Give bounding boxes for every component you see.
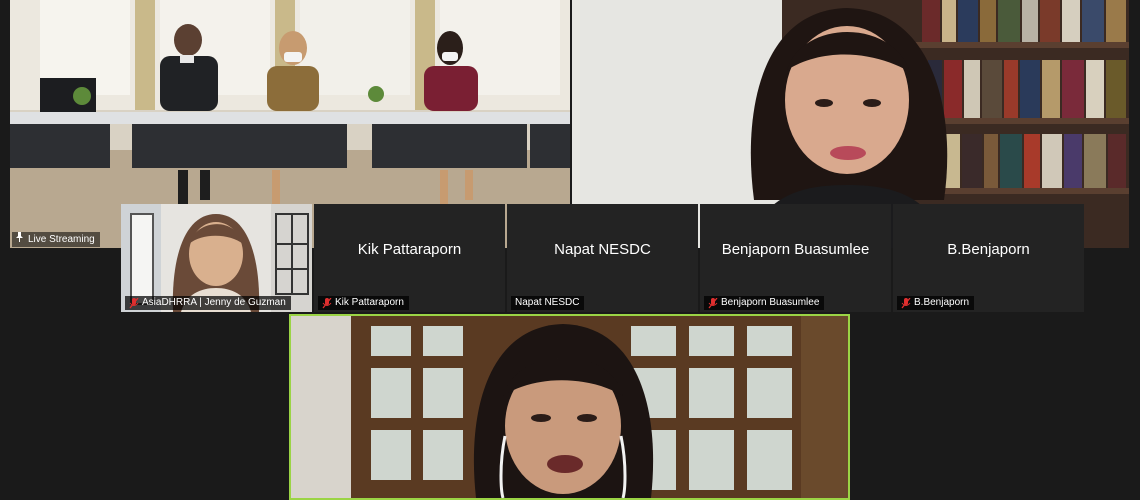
mic-muted-icon xyxy=(901,297,911,309)
video-tile-jenny[interactable]: AsiaDHRRA | Jenny de Guzman xyxy=(121,204,312,312)
mic-muted-icon xyxy=(322,297,332,309)
video-tile-b-benjaporn[interactable]: B.Benjaporn B.Benjaporn xyxy=(893,204,1084,312)
video-tile-benjaporn-buasumlee[interactable]: Benjaporn Buasumlee Benjaporn Buasumlee xyxy=(700,204,891,312)
participant-name: Benjaporn Buasumlee xyxy=(721,297,820,308)
participant-name: AsiaDHRRA | Jenny de Guzman xyxy=(142,297,286,308)
pin-icon xyxy=(15,232,24,247)
mic-muted-icon xyxy=(708,297,718,309)
live-streaming-badge: Live Streaming xyxy=(12,232,100,247)
participant-name: Napat NESDC xyxy=(515,297,580,308)
participant-display-name: Benjaporn Buasumlee xyxy=(721,240,870,258)
video-tile-active-speaker[interactable] xyxy=(289,314,850,500)
video-tile-napat[interactable]: Napat NESDC Napat NESDC xyxy=(507,204,698,312)
name-tag: B.Benjaporn xyxy=(897,296,975,310)
participant-display-name: Napat NESDC xyxy=(554,240,651,258)
video-tile-kik[interactable]: Kik Pattaraporn Kik Pattaraporn xyxy=(314,204,505,312)
name-tag: Kik Pattaraporn xyxy=(318,296,409,310)
active-speaker-video xyxy=(291,316,848,498)
participant-name: B.Benjaporn xyxy=(914,297,970,308)
name-tag: Benjaporn Buasumlee xyxy=(704,296,825,310)
participant-name: Kik Pattaraporn xyxy=(335,297,404,308)
name-tag: Napat NESDC xyxy=(511,296,585,310)
name-tag: AsiaDHRRA | Jenny de Guzman xyxy=(125,296,291,310)
live-streaming-label: Live Streaming xyxy=(28,233,95,245)
mic-muted-icon xyxy=(129,297,139,309)
participant-display-name: Kik Pattaraporn xyxy=(357,240,462,258)
participant-display-name: B.Benjaporn xyxy=(947,240,1030,258)
